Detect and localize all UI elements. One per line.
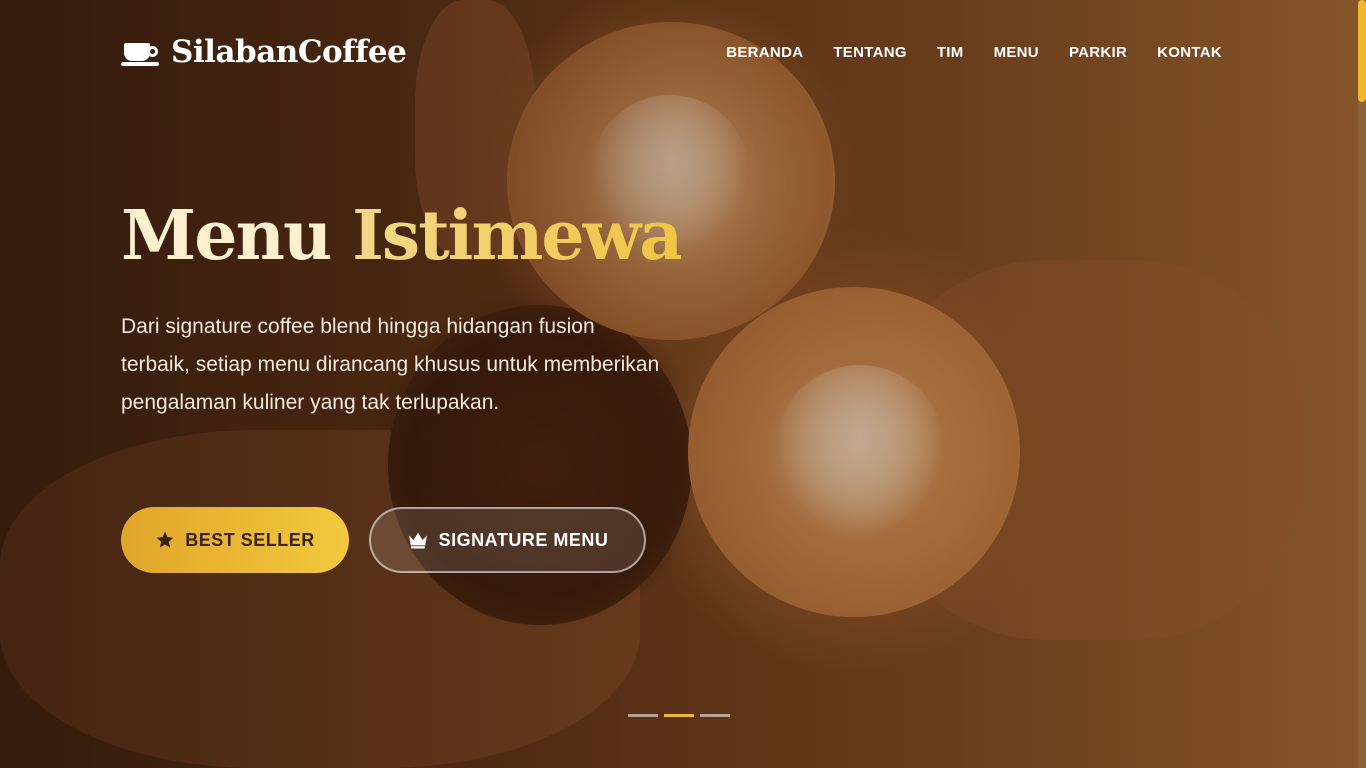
nav-item-kontak[interactable]: KONTAK — [1157, 44, 1222, 61]
hero-title: Menu Istimewa — [121, 196, 683, 278]
hero-description: Dari signature coffee blend hingga hidan… — [121, 315, 660, 414]
navbar: SilabanCoffee BERANDA TENTANG TIM MENU P… — [121, 30, 1222, 74]
nav-item-tentang[interactable]: TENTANG — [833, 44, 906, 61]
coffee-cup-icon — [121, 37, 161, 67]
best-seller-button[interactable]: BEST SELLER — [121, 507, 349, 573]
hero-title-part1: Menu — [121, 196, 332, 276]
crown-icon — [407, 531, 429, 549]
signature-menu-label: SIGNATURE MENU — [438, 529, 609, 550]
scrollbar-thumb[interactable] — [1358, 0, 1366, 102]
page-scrollbar[interactable] — [1358, 0, 1366, 768]
nav-item-menu[interactable]: MENU — [994, 44, 1039, 61]
nav-item-tim[interactable]: TIM — [937, 44, 964, 61]
slide-indicators — [628, 714, 730, 717]
hero-title-part2: Istimewa — [352, 196, 683, 276]
nav-item-beranda[interactable]: BERANDA — [726, 44, 803, 61]
signature-menu-button[interactable]: SIGNATURE MENU — [369, 507, 646, 573]
best-seller-label: BEST SELLER — [185, 529, 315, 550]
slide-indicator-1[interactable] — [628, 714, 658, 717]
brand-logo[interactable]: SilabanCoffee — [121, 34, 407, 70]
nav-item-parkir[interactable]: PARKIR — [1069, 44, 1127, 61]
slide-indicator-2[interactable] — [664, 714, 694, 717]
nav-links: BERANDA TENTANG TIM MENU PARKIR KONTAK — [726, 44, 1222, 61]
brand-name: SilabanCoffee — [171, 34, 407, 70]
star-icon — [155, 530, 175, 550]
slide-indicator-3[interactable] — [700, 714, 730, 717]
